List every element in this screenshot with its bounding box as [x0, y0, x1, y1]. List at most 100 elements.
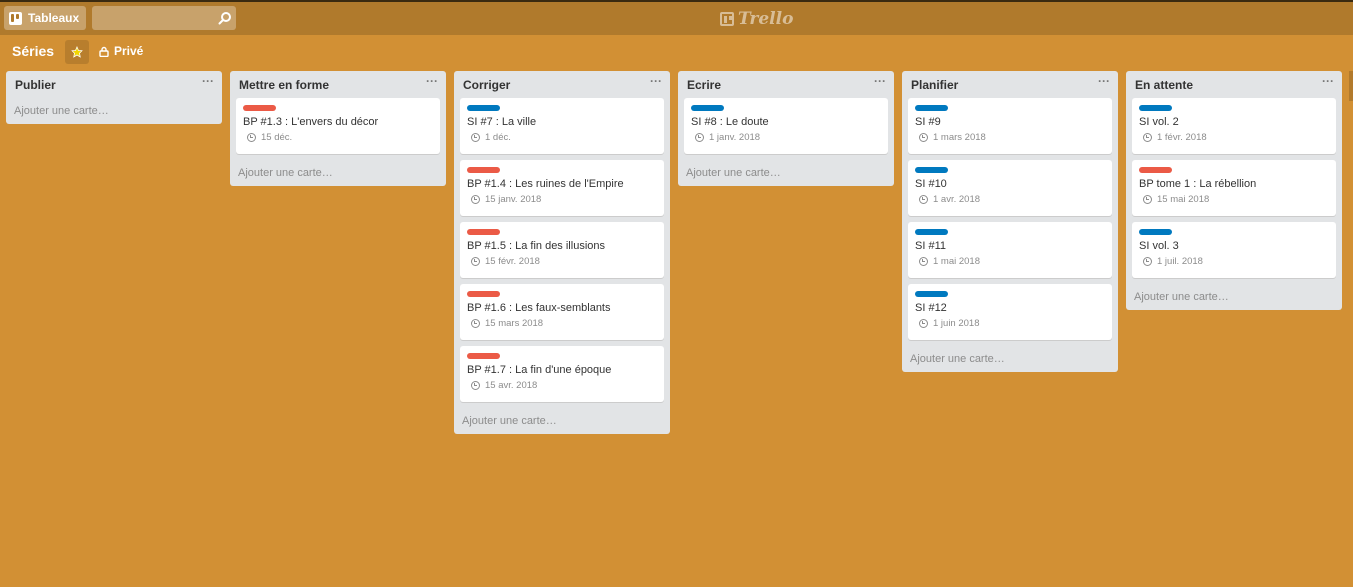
boards-button-label: Tableaux [28, 11, 80, 25]
card-title: SI #8 : Le doute [691, 116, 769, 128]
card[interactable]: BP tome 1 : La rébellion 15 mai 2018 [1132, 160, 1336, 216]
card-label [467, 105, 500, 111]
list-title[interactable]: Corriger [463, 78, 510, 92]
card-due-date: 1 janv. 2018 [691, 132, 881, 143]
card-label [915, 229, 948, 235]
list-menu-icon[interactable]: ··· [202, 74, 214, 88]
card-due-date: 1 juin 2018 [915, 318, 1105, 329]
card[interactable]: BP #1.5 : La fin des illusions 15 févr. … [460, 222, 664, 278]
board-title[interactable]: Séries [12, 43, 54, 59]
clock-icon [471, 195, 480, 204]
card-due-date: 1 mai 2018 [915, 256, 1105, 267]
card[interactable]: SI #10 1 avr. 2018 [908, 160, 1112, 216]
clock-icon [695, 133, 704, 142]
list-header[interactable]: Ecrire ··· [684, 71, 888, 98]
card[interactable]: SI #7 : La ville 1 déc. [460, 98, 664, 154]
card-label [467, 229, 500, 235]
list-title[interactable]: Mettre en forme [239, 78, 329, 92]
card-title: BP #1.7 : La fin d'une époque [467, 364, 612, 376]
card-title: SI #12 [915, 302, 947, 314]
list-menu-icon[interactable]: ··· [650, 74, 662, 88]
card-title: BP #1.4 : Les ruines de l'Empire [467, 178, 624, 190]
list-header[interactable]: Mettre en forme ··· [236, 71, 440, 98]
card-due-date: 15 janv. 2018 [467, 194, 657, 205]
clock-icon [471, 381, 480, 390]
due-date-text: 1 févr. 2018 [1157, 132, 1207, 143]
list-title[interactable]: Publier [15, 78, 56, 92]
due-date-text: 1 mai 2018 [933, 256, 981, 267]
card-due-date: 15 févr. 2018 [467, 256, 657, 267]
card-title: BP tome 1 : La rébellion [1139, 178, 1257, 190]
list-header[interactable]: Corriger ··· [460, 71, 664, 98]
card-title: SI #11 [915, 240, 946, 252]
card[interactable]: SI #9 1 mars 2018 [908, 98, 1112, 154]
due-date-text: 15 févr. 2018 [485, 256, 540, 267]
star-icon [71, 46, 83, 58]
card-label [467, 353, 500, 359]
clock-icon [919, 319, 928, 328]
card-label [467, 291, 500, 297]
list-menu-icon[interactable]: ··· [1322, 74, 1334, 88]
list-header[interactable]: Planifier ··· [908, 71, 1112, 98]
search-input[interactable] [92, 6, 219, 30]
add-card-button[interactable]: Ajouter une carte… [460, 408, 664, 434]
add-card-button[interactable]: Ajouter une carte… [12, 98, 216, 124]
card[interactable]: SI vol. 2 1 févr. 2018 [1132, 98, 1336, 154]
list-title[interactable]: Ecrire [687, 78, 721, 92]
card[interactable]: SI vol. 3 1 juil. 2018 [1132, 222, 1336, 278]
clock-icon [1143, 195, 1152, 204]
card-label [915, 105, 948, 111]
due-date-text: 15 mars 2018 [485, 318, 544, 329]
search-icon[interactable] [218, 11, 232, 25]
card-title: BP #1.3 : L'envers du décor [243, 116, 379, 128]
add-card-button[interactable]: Ajouter une carte… [908, 346, 1112, 372]
trello-logo[interactable]: Trello [720, 9, 793, 29]
star-button[interactable] [65, 40, 89, 64]
list-menu-icon[interactable]: ··· [426, 74, 438, 88]
card-title: SI vol. 2 [1139, 116, 1179, 128]
due-date-text: 15 avr. 2018 [485, 380, 538, 391]
card-label [1139, 167, 1172, 173]
card-due-date: 1 mars 2018 [915, 132, 1105, 143]
lock-icon [99, 46, 109, 57]
top-bar: Tableaux Trello [0, 0, 1353, 35]
horizontal-scroll-edge[interactable] [1349, 71, 1353, 101]
card-due-date: 15 déc. [243, 132, 433, 143]
card[interactable]: SI #11 1 mai 2018 [908, 222, 1112, 278]
privacy-button[interactable]: Privé [99, 44, 143, 58]
list-mettre-en-forme: Mettre en forme ··· BP #1.3 : L'envers d… [230, 71, 446, 186]
card-due-date: 1 juil. 2018 [1139, 256, 1329, 267]
card-title: SI #9 [915, 116, 941, 128]
card-label [1139, 105, 1172, 111]
due-date-text: 1 déc. [485, 132, 511, 143]
list-title[interactable]: Planifier [911, 78, 958, 92]
card[interactable]: BP #1.7 : La fin d'une époque 15 avr. 20… [460, 346, 664, 402]
list-menu-icon[interactable]: ··· [1098, 74, 1110, 88]
add-card-button[interactable]: Ajouter une carte… [236, 160, 440, 186]
card[interactable]: BP #1.3 : L'envers du décor 15 déc. [236, 98, 440, 154]
search-box[interactable] [92, 6, 236, 30]
list-header[interactable]: Publier ··· [12, 71, 216, 98]
list-ecrire: Ecrire ··· SI #8 : Le doute 1 janv. 2018… [678, 71, 894, 186]
card[interactable]: BP #1.6 : Les faux-semblants 15 mars 201… [460, 284, 664, 340]
due-date-text: 15 janv. 2018 [485, 194, 542, 205]
card[interactable]: SI #12 1 juin 2018 [908, 284, 1112, 340]
board-header: Séries Privé [0, 38, 1353, 66]
boards-button[interactable]: Tableaux [4, 6, 86, 30]
add-card-button[interactable]: Ajouter une carte… [684, 160, 888, 186]
add-card-button[interactable]: Ajouter une carte… [1132, 284, 1336, 310]
list-header[interactable]: En attente ··· [1132, 71, 1336, 98]
card-label [691, 105, 724, 111]
card[interactable]: SI #8 : Le doute 1 janv. 2018 [684, 98, 888, 154]
due-date-text: 15 déc. [261, 132, 293, 143]
card-title: BP #1.6 : Les faux-semblants [467, 302, 611, 314]
clock-icon [1143, 257, 1152, 266]
clock-icon [919, 195, 928, 204]
list-publier: Publier ··· Ajouter une carte… [6, 71, 222, 124]
clock-icon [471, 257, 480, 266]
card-due-date: 15 mai 2018 [1139, 194, 1329, 205]
list-title[interactable]: En attente [1135, 78, 1193, 92]
card[interactable]: BP #1.4 : Les ruines de l'Empire 15 janv… [460, 160, 664, 216]
clock-icon [471, 133, 480, 142]
list-menu-icon[interactable]: ··· [874, 74, 886, 88]
